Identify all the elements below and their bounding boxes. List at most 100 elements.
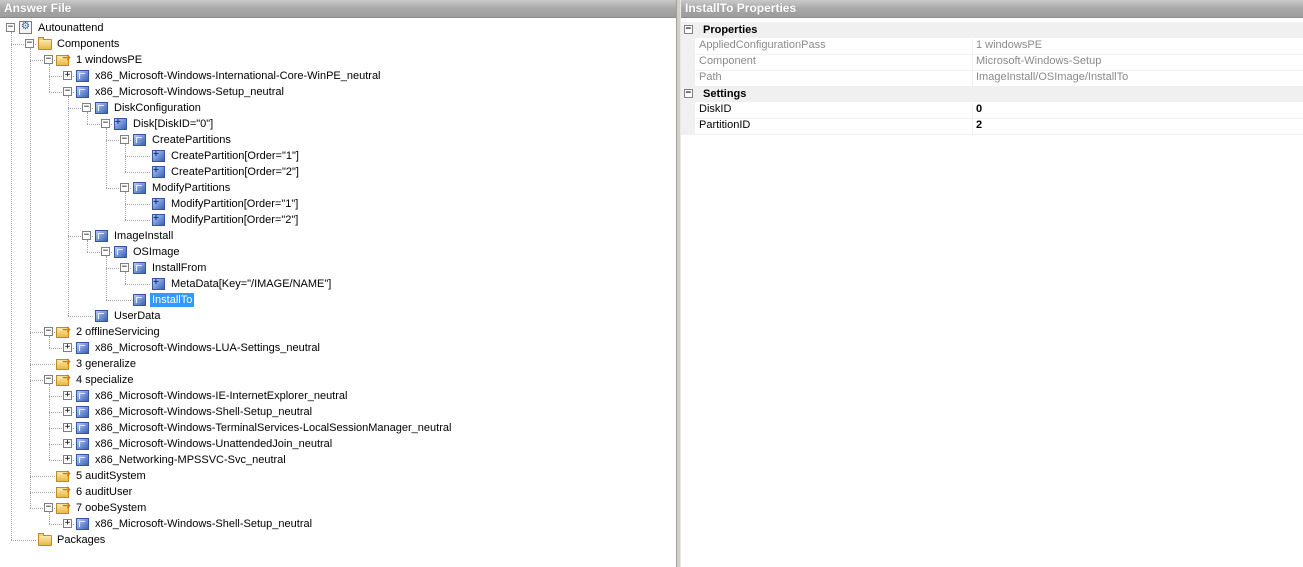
tree-node-label[interactable]: x86_Microsoft-Windows-IE-InternetExplore… [93, 389, 350, 403]
tree-node-label[interactable]: Autounattend [36, 21, 105, 35]
answer-file-tree[interactable]: −Autounattend−Components−1 windowsPE+x86… [0, 18, 676, 567]
expand-toggle-icon[interactable]: + [63, 439, 72, 448]
tree-node-label[interactable]: x86_Microsoft-Windows-LUA-Settings_neutr… [93, 341, 322, 355]
tree-node-label[interactable]: DiskConfiguration [112, 101, 203, 115]
tree-node-label[interactable]: CreatePartition[Order="2"] [169, 165, 301, 179]
tree-node-shell-setup-spec[interactable]: + x86_Microsoft-Windows-Shell-Setup_neutr… [0, 404, 676, 420]
tree-node-label[interactable]: CreatePartition[Order="1"] [169, 149, 301, 163]
tree-node-setup-neutral[interactable]: − x86_Microsoft-Windows-Setup_neutral [0, 84, 676, 100]
tree-node-label[interactable]: ModifyPartitions [150, 181, 232, 195]
tree-node-label[interactable]: UserData [112, 309, 162, 323]
expand-toggle-icon[interactable]: + [63, 519, 72, 528]
tree-node-modifypartitions[interactable]: − ModifyPartitions [0, 180, 676, 196]
tree-node-label[interactable]: InstallFrom [150, 261, 208, 275]
property-row-component[interactable]: Component Microsoft-Windows-Setup [681, 54, 1303, 71]
collapse-toggle-icon[interactable]: − [44, 55, 53, 64]
property-value[interactable]: 0 [976, 102, 982, 117]
tree-node-label[interactable]: x86_Microsoft-Windows-Shell-Setup_neutra… [93, 517, 314, 531]
expand-toggle-icon[interactable]: + [63, 391, 72, 400]
tree-node-label[interactable]: ModifyPartition[Order="2"] [169, 213, 300, 227]
tree-node-auditsystem[interactable]: 5 auditSystem [0, 468, 676, 484]
tree-node-label[interactable]: ModifyPartition[Order="1"] [169, 197, 300, 211]
tree-node-createpartition1[interactable]: CreatePartition[Order="1"] [0, 148, 676, 164]
tree-node-label[interactable]: x86_Networking-MPSSVC-Svc_neutral [93, 453, 288, 467]
property-row-partitionid[interactable]: PartitionID 2 [681, 118, 1303, 135]
property-value[interactable]: 2 [976, 118, 982, 133]
collapse-toggle-icon[interactable]: − [101, 119, 110, 128]
collapse-toggle-icon[interactable]: − [25, 39, 34, 48]
tree-node-lua-settings[interactable]: + x86_Microsoft-Windows-LUA-Settings_neut… [0, 340, 676, 356]
property-row-appliedconfigurationpass[interactable]: AppliedConfigurationPass 1 windowsPE [681, 38, 1303, 55]
tree-node-oobesystem[interactable]: − 7 oobeSystem [0, 500, 676, 516]
tree-node-specialize[interactable]: − 4 specialize [0, 372, 676, 388]
collapse-toggle-icon[interactable]: − [101, 247, 110, 256]
property-grid[interactable]: − Properties AppliedConfigurationPass 1 win… [681, 18, 1303, 567]
tree-node-shell-setup-oobe[interactable]: + x86_Microsoft-Windows-Shell-Setup_neutr… [0, 516, 676, 532]
tree-node-audituser[interactable]: 6 auditUser [0, 484, 676, 500]
tree-node-label[interactable]: x86_Microsoft-Windows-Shell-Setup_neutra… [93, 405, 314, 419]
property-row-path[interactable]: Path ImageInstall/OSImage/InstallTo [681, 70, 1303, 87]
tree-node-label[interactable]: 5 auditSystem [74, 469, 148, 483]
collapse-toggle-icon[interactable]: − [44, 503, 53, 512]
collapse-toggle-icon[interactable]: − [63, 87, 72, 96]
collapse-toggle-icon[interactable]: − [44, 327, 53, 336]
tree-node-offlineservicing[interactable]: − 2 offlineServicing [0, 324, 676, 340]
tree-node-label[interactable]: Packages [55, 533, 107, 547]
tree-node-label[interactable]: x86_Microsoft-Windows-TerminalServices-L… [93, 421, 453, 435]
tree-node-label[interactable]: x86_Microsoft-Windows-International-Core… [93, 69, 383, 83]
tree-node-diskconfiguration[interactable]: − DiskConfiguration [0, 100, 676, 116]
tree-node-createpartition2[interactable]: CreatePartition[Order="2"] [0, 164, 676, 180]
tree-node-unattendedjoin[interactable]: + x86_Microsoft-Windows-UnattendedJoin_ne… [0, 436, 676, 452]
collapse-toggle-icon[interactable]: − [684, 89, 693, 98]
expand-toggle-icon[interactable]: + [63, 71, 72, 80]
category-settings[interactable]: − Settings [681, 86, 1303, 102]
tree-node-label[interactable]: Disk[DiskID="0"] [131, 117, 215, 131]
tree-node-modifypartition1[interactable]: ModifyPartition[Order="1"] [0, 196, 676, 212]
tree-node-label[interactable]: x86_Microsoft-Windows-UnattendedJoin_neu… [93, 437, 334, 451]
tree-node-installfrom[interactable]: − InstallFrom [0, 260, 676, 276]
tree-node-metadata[interactable]: MetaData[Key="/IMAGE/NAME"] [0, 276, 676, 292]
tree-node-autounattend[interactable]: − Autounattend [0, 20, 676, 36]
tree-node-label[interactable]: 6 auditUser [74, 485, 134, 499]
tree-node-intl-core-winpe[interactable]: + x86_Microsoft-Windows-International-Cor… [0, 68, 676, 84]
tree-node-label[interactable]: 3 generalize [74, 357, 138, 371]
collapse-toggle-icon[interactable]: − [120, 135, 129, 144]
tree-node-components[interactable]: − Components [0, 36, 676, 52]
tree-node-disk0[interactable]: − Disk[DiskID="0"] [0, 116, 676, 132]
tree-node-imageinstall[interactable]: − ImageInstall [0, 228, 676, 244]
property-row-diskid[interactable]: DiskID 0 [681, 102, 1303, 119]
collapse-toggle-icon[interactable]: − [6, 23, 15, 32]
collapse-toggle-icon[interactable]: − [82, 103, 91, 112]
category-properties[interactable]: − Properties [681, 22, 1303, 38]
expand-toggle-icon[interactable]: + [63, 407, 72, 416]
expand-toggle-icon[interactable]: + [63, 343, 72, 352]
collapse-toggle-icon[interactable]: − [684, 25, 693, 34]
tree-node-label[interactable]: ImageInstall [112, 229, 175, 243]
tree-node-label[interactable]: OSImage [131, 245, 181, 259]
tree-node-userdata[interactable]: UserData [0, 308, 676, 324]
tree-node-modifypartition2[interactable]: ModifyPartition[Order="2"] [0, 212, 676, 228]
tree-node-osimage[interactable]: − OSImage [0, 244, 676, 260]
tree-node-generalize[interactable]: 3 generalize [0, 356, 676, 372]
tree-node-label[interactable]: x86_Microsoft-Windows-Setup_neutral [93, 85, 286, 99]
tree-node-label[interactable]: CreatePartitions [150, 133, 233, 147]
tree-node-installto[interactable]: InstallTo [0, 292, 676, 308]
tree-node-mpssvc[interactable]: + x86_Networking-MPSSVC-Svc_neutral [0, 452, 676, 468]
tree-node-createpartitions[interactable]: − CreatePartitions [0, 132, 676, 148]
collapse-toggle-icon[interactable]: − [44, 375, 53, 384]
tree-node-label[interactable]: InstallTo [150, 293, 195, 307]
collapse-toggle-icon[interactable]: − [120, 263, 129, 272]
tree-node-terminal-services[interactable]: + x86_Microsoft-Windows-TerminalServices-… [0, 420, 676, 436]
expand-toggle-icon[interactable]: + [63, 423, 72, 432]
tree-node-label[interactable]: MetaData[Key="/IMAGE/NAME"] [169, 277, 333, 291]
tree-node-label[interactable]: 7 oobeSystem [74, 501, 148, 515]
tree-node-label[interactable]: 2 offlineServicing [74, 325, 162, 339]
tree-node-label[interactable]: Components [55, 37, 121, 51]
tree-node-ie[interactable]: + x86_Microsoft-Windows-IE-InternetExplor… [0, 388, 676, 404]
tree-node-label[interactable]: 4 specialize [74, 373, 135, 387]
tree-node-windowspe[interactable]: − 1 windowsPE [0, 52, 676, 68]
collapse-toggle-icon[interactable]: − [82, 231, 91, 240]
tree-node-label[interactable]: 1 windowsPE [74, 53, 144, 67]
collapse-toggle-icon[interactable]: − [120, 183, 129, 192]
tree-node-packages[interactable]: Packages [0, 532, 676, 548]
